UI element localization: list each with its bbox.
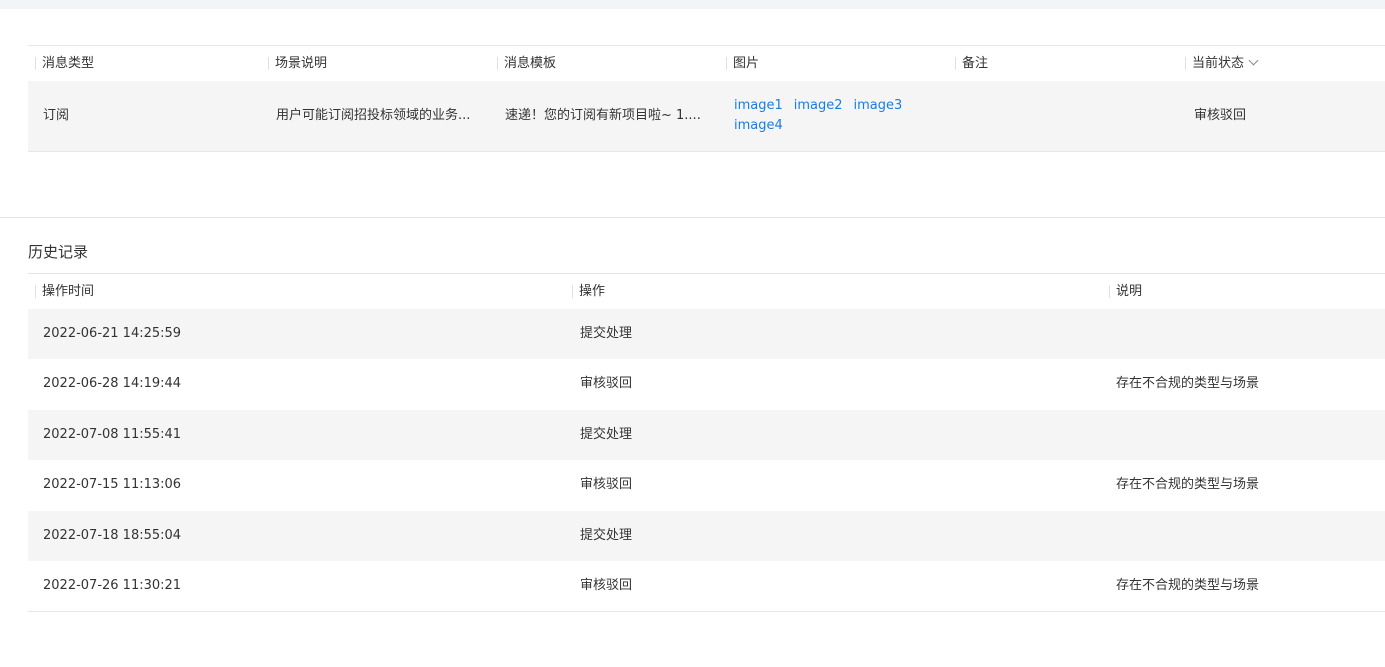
cell-time: 2022-06-21 14:25:59 [43,326,182,341]
header-images: 图片 [726,46,760,81]
cell-time: 2022-07-15 11:13:06 [43,477,182,493]
history-row: 2022-07-15 11:13:06 审核驳回 存在不合规的类型与场景 [28,460,1385,510]
header-operation-label: 操作 [579,284,606,299]
history-table-bottom-border [28,611,1385,613]
cell-time: 2022-07-26 11:30:21 [43,577,182,593]
header-scene: 场景说明 [268,46,328,81]
header-status-label: 当前状态 [1192,56,1245,71]
history-row: 2022-06-21 14:25:59 提交处理 [28,309,1385,360]
column-separator [955,57,956,70]
message-row: 订阅 用户可能订阅招投标领域的业务... 速递！您的订阅有新项目啦~ 1....… [28,81,1385,152]
history-row: 2022-07-08 11:55:41 提交处理 [28,409,1385,461]
message-table: 消息类型 场景说明 消息模板 图片 备注 当前状态 订阅 用户可能订阅招投标领域… [28,45,1385,152]
header-message-type-label: 消息类型 [42,56,95,71]
column-separator [1109,285,1110,298]
history-row: 2022-07-18 18:55:04 提交处理 [28,510,1385,561]
column-separator [572,285,573,298]
cell-images: image1 image2 image3 image4 [734,96,914,136]
cell-action: 提交处理 [580,326,633,341]
header-scene-label: 场景说明 [275,56,328,71]
header-message-type: 消息类型 [35,46,95,81]
header-operation: 操作 [572,274,606,309]
header-remark-label: 备注 [962,56,989,71]
cell-action: 审核驳回 [580,376,633,392]
section-divider [0,217,1385,218]
cell-note: 存在不合规的类型与场景 [1116,577,1260,593]
column-separator [35,285,36,298]
image-link-1[interactable]: image1 [734,98,783,113]
cell-status: 审核驳回 [1194,108,1247,123]
header-remark: 备注 [955,46,989,81]
column-separator [497,57,498,70]
column-separator [268,57,269,70]
header-template: 消息模板 [497,46,557,81]
cell-action: 审核驳回 [580,477,633,493]
history-row: 2022-06-28 14:19:44 审核驳回 存在不合规的类型与场景 [28,359,1385,409]
history-row: 2022-07-26 11:30:21 审核驳回 存在不合规的类型与场景 [28,561,1385,611]
cell-time: 2022-07-08 11:55:41 [43,426,182,442]
message-table-header: 消息类型 场景说明 消息模板 图片 备注 当前状态 [28,45,1385,81]
cell-template: 速递！您的订阅有新项目啦~ 1.... [505,108,701,123]
history-table: 操作时间 操作 说明 2022-06-21 14:25:59 提交处理 2022… [28,273,1385,613]
cell-time: 2022-06-28 14:19:44 [43,376,182,392]
cell-action: 提交处理 [580,426,633,442]
column-separator [1185,57,1186,70]
cell-message-type: 订阅 [43,108,70,123]
header-note-label: 说明 [1116,284,1143,299]
image-link-2[interactable]: image2 [794,98,843,113]
column-separator [35,57,36,70]
image-link-3[interactable]: image3 [854,98,903,113]
header-status-filter[interactable]: 当前状态 [1185,46,1259,81]
history-title: 历史记录 [28,243,89,261]
header-operation-time: 操作时间 [35,274,95,309]
image-link-4[interactable]: image4 [734,118,783,133]
cell-note: 存在不合规的类型与场景 [1116,376,1260,392]
cell-action: 审核驳回 [580,577,633,593]
top-strip [0,0,1385,9]
chevron-down-icon [1248,55,1259,66]
column-separator [726,57,727,70]
header-note: 说明 [1109,274,1143,309]
header-operation-time-label: 操作时间 [42,284,95,299]
cell-remark [963,81,1163,151]
cell-scene: 用户可能订阅招投标领域的业务... [276,108,471,123]
cell-action: 提交处理 [580,527,633,543]
header-images-label: 图片 [733,56,760,71]
history-table-header: 操作时间 操作 说明 [28,273,1385,309]
cell-note: 存在不合规的类型与场景 [1116,477,1260,493]
cell-time: 2022-07-18 18:55:04 [43,527,182,543]
header-template-label: 消息模板 [504,56,557,71]
